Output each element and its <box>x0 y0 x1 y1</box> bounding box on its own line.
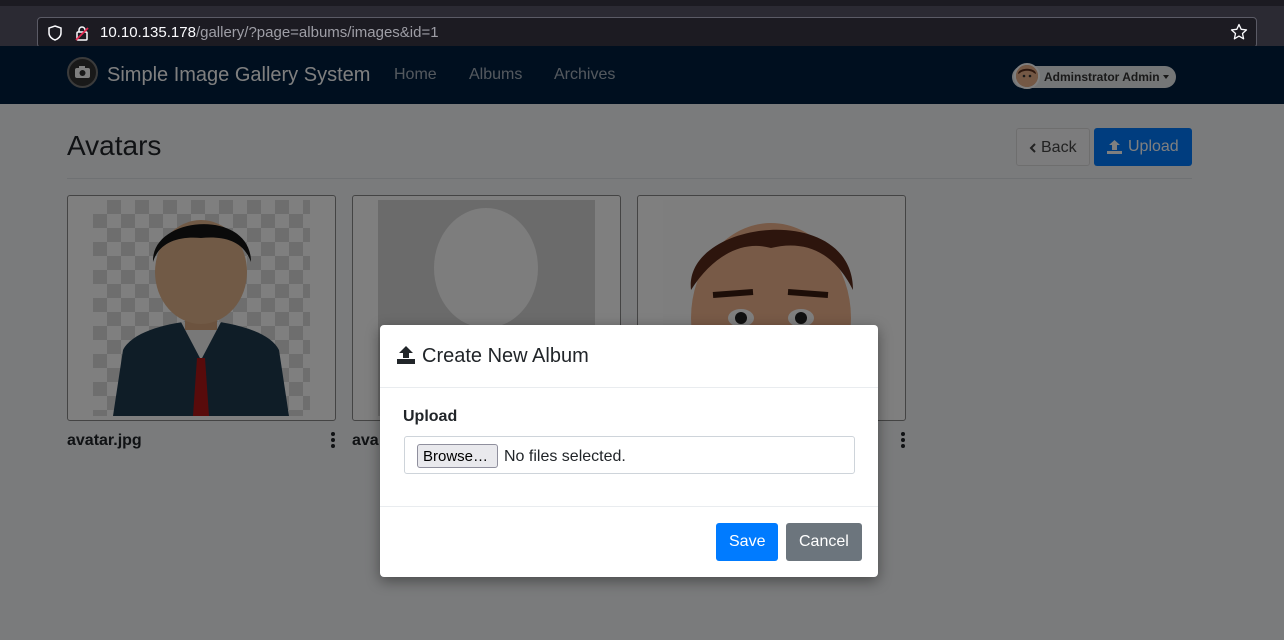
page-content: Simple Image Gallery System Home Albums … <box>0 46 1284 640</box>
shield-icon[interactable] <box>47 25 63 41</box>
browse-button[interactable]: Browse… <box>417 444 498 468</box>
url-bar[interactable]: 10.10.135.178/gallery/?page=albums/image… <box>37 17 1257 48</box>
cancel-button[interactable]: Cancel <box>786 523 862 561</box>
modal-footer-divider <box>380 506 878 507</box>
modal-header: Create New Album <box>380 325 878 388</box>
create-album-modal: Create New Album Upload Browse… No files… <box>380 325 878 577</box>
url-text[interactable]: 10.10.135.178/gallery/?page=albums/image… <box>100 24 439 41</box>
url-host: 10.10.135.178 <box>100 24 196 41</box>
url-path: /gallery/?page=albums/images&id=1 <box>195 24 439 41</box>
save-label: Save <box>729 533 766 550</box>
browse-label: Browse… <box>423 448 489 465</box>
upload-icon <box>397 346 415 364</box>
file-status: No files selected. <box>504 448 626 465</box>
browser-toolbar: 10.10.135.178/gallery/?page=albums/image… <box>0 0 1284 48</box>
insecure-lock-icon[interactable] <box>74 25 90 41</box>
save-button[interactable]: Save <box>716 523 778 561</box>
file-input[interactable]: Browse… No files selected. <box>404 436 855 474</box>
cancel-label: Cancel <box>799 533 849 550</box>
upload-field-label: Upload <box>403 408 458 425</box>
modal-title: Create New Album <box>422 345 589 367</box>
bookmark-star-icon[interactable] <box>1230 23 1248 41</box>
